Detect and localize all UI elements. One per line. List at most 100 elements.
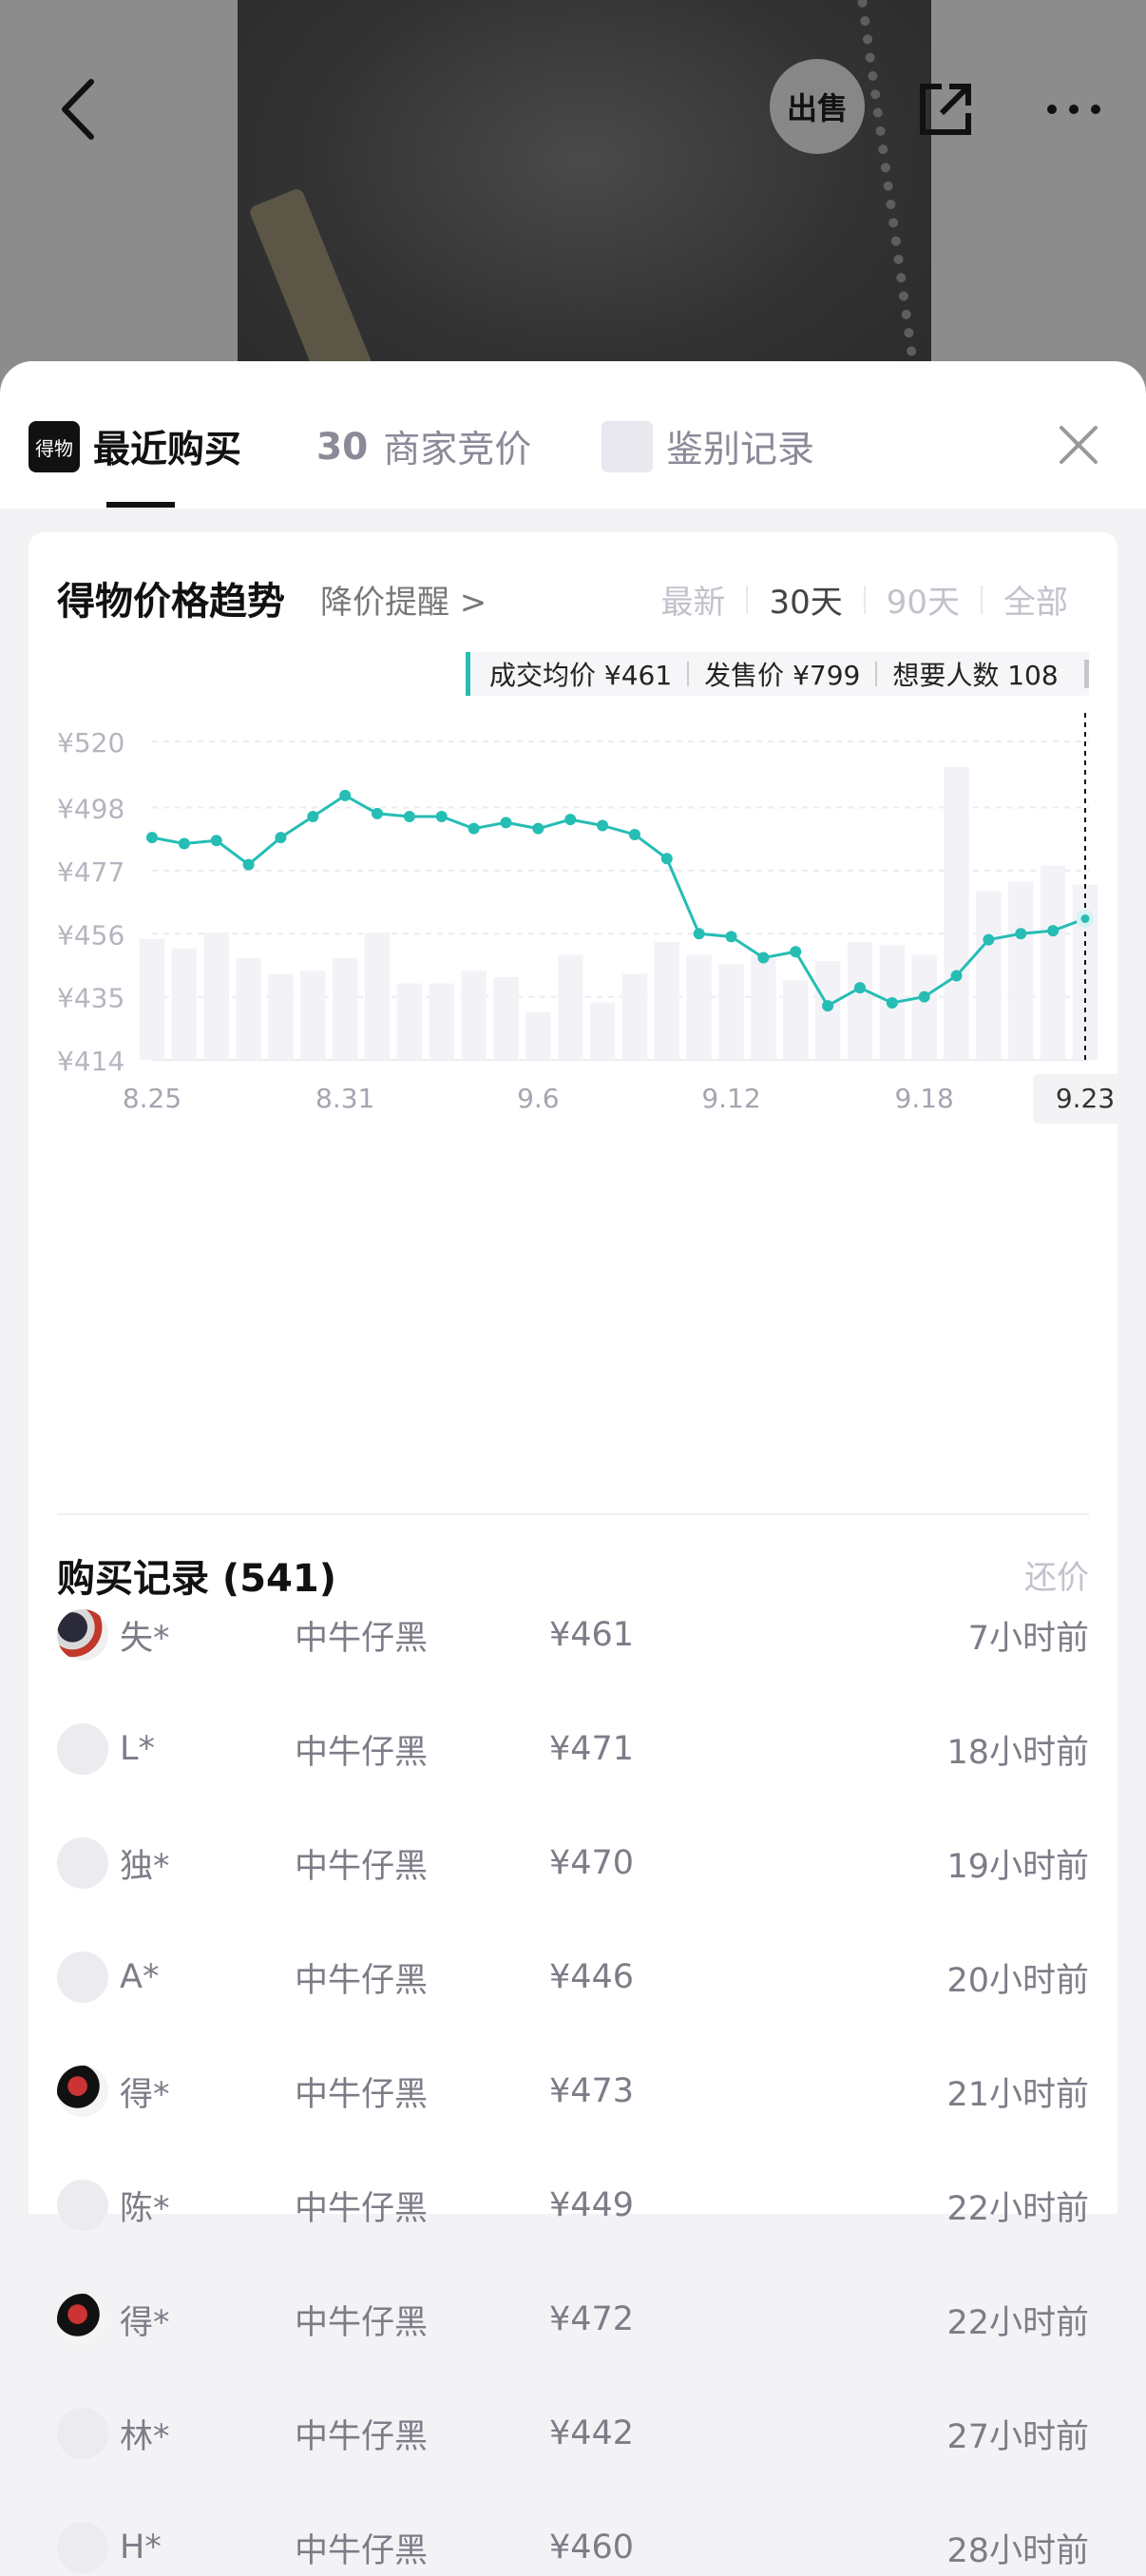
volume-bar xyxy=(332,957,358,1060)
record-user: 陈* xyxy=(120,2189,170,2228)
record-row[interactable]: 独* 中牛仔黑 ¥470 19小时前 xyxy=(29,1835,1117,1892)
section-divider xyxy=(57,1513,1089,1515)
record-time: 22小时前 xyxy=(946,2303,1089,2342)
tab-bar: 得物 最近购买 30 商家竞价 鉴别记录 xyxy=(0,361,1146,509)
range-selector: 最新 30天 90天 全部 xyxy=(640,576,1089,623)
volume-bar xyxy=(944,766,969,1060)
record-spec: 中牛仔黑 xyxy=(295,1961,429,2000)
volume-bar xyxy=(396,983,423,1060)
range-latest[interactable]: 最新 xyxy=(640,576,746,623)
avatar xyxy=(57,1837,108,1889)
stats-tooltip: 成交均价 ¥461 发售价 ¥799 想要人数 108 xyxy=(466,652,1089,696)
close-icon[interactable] xyxy=(1050,416,1107,473)
price-point xyxy=(564,814,577,826)
record-user: 得* xyxy=(120,2075,170,2114)
record-row[interactable]: 得* 中牛仔黑 ¥473 21小时前 xyxy=(29,2063,1117,2120)
price-point xyxy=(146,832,158,844)
record-time: 27小时前 xyxy=(946,2417,1089,2456)
price-point xyxy=(468,822,480,835)
price-point xyxy=(372,807,384,819)
record-price: ¥460 xyxy=(549,2528,635,2566)
sell-label: 出售 xyxy=(786,90,848,126)
range-90d[interactable]: 90天 xyxy=(866,576,981,623)
avatar xyxy=(57,2294,108,2345)
dewu-logo-icon: 得物 xyxy=(29,421,80,472)
record-user: L* xyxy=(120,1730,155,1768)
records-title: 购买记录 (541) xyxy=(57,1557,336,1601)
price-point xyxy=(790,946,802,958)
record-user: 林* xyxy=(120,2417,170,2456)
y-tick-label: ¥520 xyxy=(57,727,124,759)
tab-merchant-bids[interactable]: 30 商家竞价 xyxy=(316,418,531,475)
volume-bar xyxy=(1040,865,1066,1060)
price-point xyxy=(918,990,930,1003)
x-tick-label: 9.12 xyxy=(701,1083,760,1114)
record-row[interactable]: 失* 中牛仔黑 ¥461 7小时前 xyxy=(29,1606,1117,1663)
record-user: 得* xyxy=(120,2303,170,2342)
volume-bar xyxy=(300,971,326,1060)
tab-authentication[interactable]: 鉴别记录 xyxy=(602,418,814,475)
record-row[interactable]: H* 中牛仔黑 ¥460 28小时前 xyxy=(29,2519,1117,2576)
volume-bar xyxy=(783,980,809,1060)
record-spec: 中牛仔黑 xyxy=(295,2417,429,2456)
record-row[interactable]: 林* 中牛仔黑 ¥442 27小时前 xyxy=(29,2405,1117,2462)
y-tick-label: ¥435 xyxy=(57,983,124,1014)
avatar xyxy=(57,1951,108,2003)
price-point xyxy=(983,933,995,946)
volume-bar xyxy=(751,954,776,1060)
tab-merchants-label: 商家竞价 xyxy=(383,429,532,471)
volume-bar xyxy=(268,973,294,1060)
price-point xyxy=(210,835,222,847)
price-point xyxy=(822,1000,834,1012)
record-row[interactable]: A* 中牛仔黑 ¥446 20小时前 xyxy=(29,1949,1117,2006)
volume-bar xyxy=(139,938,165,1060)
back-icon[interactable] xyxy=(49,67,106,152)
sell-button[interactable]: 出售 xyxy=(770,59,865,154)
price-point xyxy=(178,837,190,850)
trend-title: 得物价格趋势 xyxy=(57,580,285,624)
record-spec: 中牛仔黑 xyxy=(295,2531,429,2570)
record-row[interactable]: 陈* 中牛仔黑 ¥449 22小时前 xyxy=(29,2177,1117,2234)
bid-button[interactable]: 还价 xyxy=(1024,1551,1089,1598)
price-point xyxy=(242,858,255,871)
price-point xyxy=(500,817,512,829)
volume-bar xyxy=(429,983,454,1060)
tab-auth-label: 鉴别记录 xyxy=(666,429,815,471)
price-point xyxy=(757,952,770,964)
record-row[interactable]: 得* 中牛仔黑 ¥472 22小时前 xyxy=(29,2291,1117,2348)
tab-recent-purchases[interactable]: 得物 最近购买 xyxy=(29,418,241,475)
volume-bar xyxy=(718,964,744,1060)
record-price: ¥471 xyxy=(549,1730,635,1768)
x-tick-label: 9.23 xyxy=(1056,1083,1115,1114)
price-point xyxy=(628,828,640,840)
record-time: 19小时前 xyxy=(946,1847,1089,1886)
avg-price-stat: 成交均价 ¥461 xyxy=(489,660,673,691)
price-point xyxy=(693,928,705,940)
record-price: ¥470 xyxy=(549,1844,635,1882)
record-time: 7小时前 xyxy=(967,1619,1089,1658)
release-price-stat: 发售价 ¥799 xyxy=(704,660,861,691)
record-time: 22小时前 xyxy=(946,2189,1089,2228)
price-point xyxy=(853,982,866,994)
record-spec: 中牛仔黑 xyxy=(295,2303,429,2342)
tooltip-end-marker xyxy=(1084,660,1089,688)
share-icon[interactable] xyxy=(907,71,984,147)
more-icon[interactable] xyxy=(1036,71,1112,147)
volume-bar xyxy=(654,942,679,1060)
record-row[interactable]: L* 中牛仔黑 ¥471 18小时前 xyxy=(29,1721,1117,1778)
price-trend-chart[interactable]: ¥520 ¥498 ¥477 ¥456 ¥435 ¥414 8.25 8.31 9.6 9.12 9… xyxy=(29,694,1117,1302)
price-alert-link[interactable]: 降价提醒 > xyxy=(320,576,487,623)
range-30d[interactable]: 30天 xyxy=(748,576,863,623)
range-all[interactable]: 全部 xyxy=(983,576,1089,623)
active-tab-indicator xyxy=(106,502,175,508)
volume-bar xyxy=(911,954,937,1060)
wants-count-stat: 想要人数 108 xyxy=(892,660,1059,691)
record-spec: 中牛仔黑 xyxy=(295,1733,429,1772)
record-user: 独* xyxy=(120,1847,170,1886)
record-spec: 中牛仔黑 xyxy=(295,2075,429,2114)
y-tick-label: ¥498 xyxy=(57,794,124,825)
x-tick-label: 9.18 xyxy=(895,1083,954,1114)
volume-bar xyxy=(461,971,487,1060)
price-point xyxy=(1076,909,1095,928)
price-point xyxy=(1047,925,1060,937)
